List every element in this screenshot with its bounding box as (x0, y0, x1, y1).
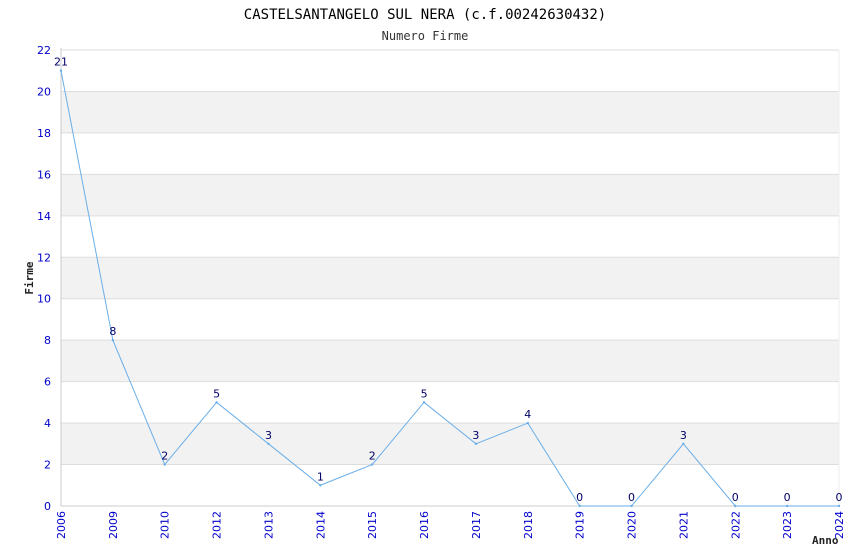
x-tick-label: 2017 (470, 511, 483, 539)
chart-subtitle: Numero Firme (382, 29, 469, 43)
grid-band (61, 91, 839, 133)
x-tick-label: 2012 (211, 511, 224, 539)
y-tick-label: 14 (37, 210, 51, 223)
x-tick-label: 2006 (55, 511, 68, 539)
y-tick-label: 2 (44, 459, 51, 472)
y-tick-label: 0 (44, 500, 51, 513)
line-chart: CASTELSANTANGELO SUL NERA (c.f.002426304… (23, 7, 846, 547)
grid-band (61, 257, 839, 299)
x-axis-label: Anno (812, 534, 839, 547)
y-tick-label: 4 (44, 417, 51, 430)
y-tick-label: 16 (37, 168, 51, 181)
data-label: 2 (369, 450, 376, 463)
data-point (785, 504, 789, 508)
chart-title: CASTELSANTANGELO SUL NERA (c.f.002426304… (244, 7, 606, 23)
y-tick-label: 10 (37, 293, 51, 306)
data-point (59, 69, 63, 72)
data-label: 21 (54, 56, 68, 69)
data-label: 0 (628, 491, 635, 504)
data-point (267, 442, 270, 446)
data-label: 5 (213, 387, 220, 400)
data-point (319, 484, 322, 487)
data-point (578, 504, 581, 508)
data-point (734, 504, 737, 508)
y-tick-label: 20 (37, 85, 51, 98)
y-axis-ticks: 0 2 4 6 8 10 12 14 16 18 20 22 (37, 44, 51, 513)
data-label: 0 (836, 491, 843, 504)
data-label: 0 (784, 491, 791, 504)
x-axis-ticks: 2006 2009 2010 2012 2013 2014 2015 2016 2017 2018… (55, 511, 846, 539)
y-axis-label: Firme (23, 261, 36, 294)
data-label: 3 (680, 429, 687, 442)
data-point (422, 401, 426, 404)
data-label: 8 (109, 325, 116, 338)
data-label: 3 (472, 429, 479, 442)
plot-bands (61, 91, 839, 465)
x-tick-label: 2014 (314, 511, 327, 539)
data-point (526, 421, 529, 425)
x-tick-label: 2018 (522, 511, 535, 539)
y-tick-label: 22 (37, 44, 51, 57)
data-point (474, 442, 478, 446)
x-tick-label: 2020 (626, 511, 639, 539)
data-label: 4 (524, 408, 531, 421)
data-label: 3 (265, 429, 272, 442)
x-tick-label: 2009 (107, 511, 120, 539)
grid-band (61, 174, 839, 216)
y-tick-label: 8 (44, 334, 51, 347)
y-tick-label: 6 (44, 376, 51, 389)
x-tick-label: 2013 (262, 511, 275, 539)
data-label: 1 (317, 470, 324, 483)
grid-band (61, 340, 839, 382)
data-point (682, 442, 685, 446)
data-label: 5 (421, 387, 428, 400)
data-point (163, 463, 166, 466)
data-point (837, 504, 841, 508)
x-tick-label: 2019 (574, 511, 587, 539)
x-tick-label: 2022 (729, 511, 742, 539)
x-tick-label: 2010 (159, 511, 172, 539)
y-tick-label: 12 (37, 251, 51, 264)
data-label: 0 (732, 491, 739, 504)
x-tick-label: 2015 (366, 511, 379, 539)
grid-band (61, 423, 839, 465)
data-label: 2 (161, 450, 168, 463)
data-point (215, 401, 218, 404)
x-tick-label: 2021 (677, 511, 690, 539)
data-label: 0 (576, 491, 583, 504)
data-point (111, 338, 115, 342)
x-tick-label: 2023 (781, 511, 794, 539)
x-tick-label: 2016 (418, 511, 431, 539)
data-point (371, 463, 374, 466)
y-tick-label: 18 (37, 127, 51, 140)
data-point (630, 504, 633, 508)
